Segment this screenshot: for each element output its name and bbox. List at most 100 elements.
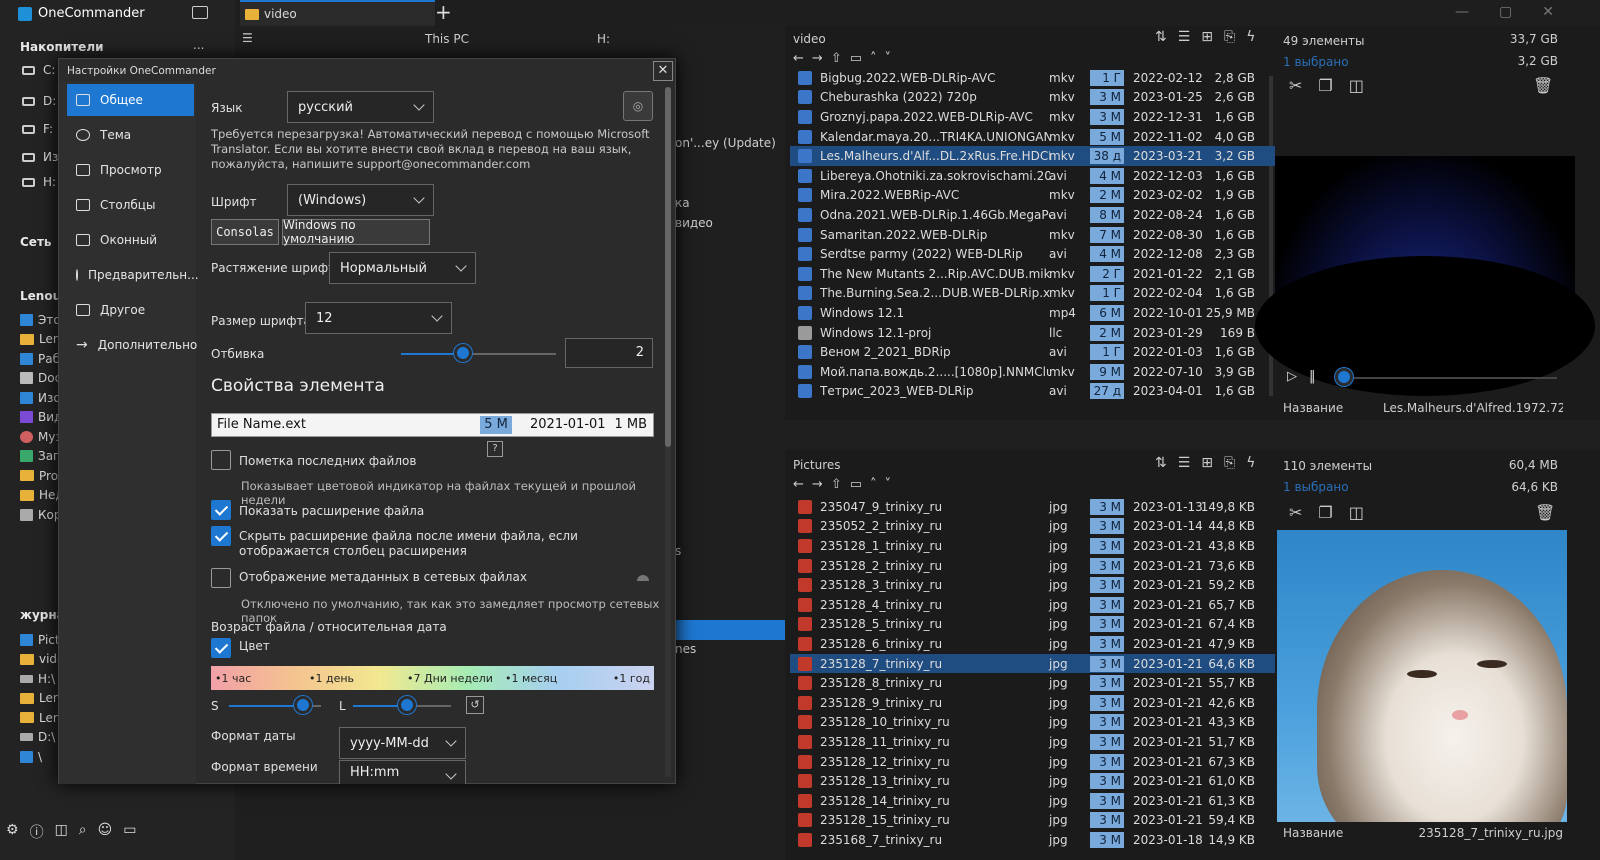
paste-icon[interactable]: ⎘ bbox=[1224, 29, 1235, 45]
padding-slider-thumb[interactable] bbox=[454, 344, 472, 362]
nav-preview[interactable]: Предварительн... bbox=[67, 259, 199, 291]
table-row[interactable]: 235128_1_trinixy_ru jpg 3 М 2023-01-21 43,8 … bbox=[790, 536, 1275, 556]
back-icon[interactable]: ← bbox=[793, 51, 804, 66]
folder-open-icon[interactable]: ▭ bbox=[850, 477, 862, 492]
table-row[interactable]: 235128_13_trinixy_ru jpg 3 М 2023-01-21 61,0… bbox=[790, 771, 1275, 791]
table-row[interactable]: Serdtse parmy (2022) WEB-DLRip avi 4 М 2022… bbox=[790, 244, 1275, 264]
table-row[interactable]: 235128_8_trinixy_ru jpg 3 М 2023-01-21 55,7 … bbox=[790, 673, 1275, 693]
panels-icon[interactable]: ◫ bbox=[55, 822, 68, 842]
table-row[interactable]: Samaritan.2022.WEB-DLRip mkv 7 М 2022-08-30… bbox=[790, 225, 1275, 245]
table-row[interactable]: 235047_9_trinixy_ru jpg 3 М 2023-01-13 149,8… bbox=[790, 497, 1275, 517]
up-icon[interactable]: ⇧ bbox=[831, 51, 842, 66]
dialog-scrollbar-thumb[interactable] bbox=[665, 87, 671, 447]
table-row[interactable]: 235128_4_trinixy_ru jpg 3 М 2023-01-21 65,7 … bbox=[790, 595, 1275, 615]
info-icon[interactable]: ⓘ bbox=[30, 822, 44, 842]
cut-icon[interactable]: ✂ bbox=[1289, 76, 1302, 95]
table-row[interactable]: The New Mutants 2...Rip.AVC.DUB.mikos mkv… bbox=[790, 264, 1275, 284]
delete-icon[interactable]: 🗑 bbox=[1535, 503, 1555, 522]
table-row[interactable]: 235128_3_trinixy_ru jpg 3 М 2023-01-21 59,2 … bbox=[790, 575, 1275, 595]
forward-icon[interactable]: → bbox=[812, 477, 823, 492]
compare-icon[interactable]: ◫ bbox=[1349, 76, 1364, 95]
nav-theme[interactable]: Тема bbox=[67, 119, 194, 151]
reset-colors-icon[interactable]: ↺ bbox=[466, 696, 484, 714]
user-icon[interactable]: ☺ bbox=[98, 822, 113, 842]
new-item-icon[interactable]: ⊞ bbox=[1201, 455, 1213, 471]
video-seek-thumb[interactable] bbox=[1335, 368, 1353, 386]
partial-item[interactable]: видео bbox=[675, 216, 713, 230]
table-row[interactable]: Веном 2_2021_BDRip avi 1 Г 2022-01-03 1,6 GB bbox=[790, 342, 1275, 362]
nav-view[interactable]: Просмотр bbox=[67, 154, 194, 186]
padding-input[interactable]: 2 bbox=[565, 338, 653, 368]
consolas-font-button[interactable]: Consolas bbox=[211, 219, 279, 245]
table-row[interactable]: Bigbug.2022.WEB-DLRip-AVC mkv 1 Г 2022-02-1… bbox=[790, 68, 1275, 88]
nav-columns[interactable]: Столбцы bbox=[67, 189, 194, 221]
list-view-icon[interactable]: ☰ bbox=[1178, 455, 1191, 471]
recent-files-checkbox[interactable] bbox=[211, 450, 231, 470]
network-header[interactable]: Сеть bbox=[20, 235, 52, 249]
font-size-select[interactable]: 12 bbox=[305, 302, 452, 334]
window-icon[interactable]: ▭ bbox=[123, 822, 136, 842]
table-row[interactable]: 235128_15_trinixy_ru jpg 3 М 2023-01-21 59,4… bbox=[790, 811, 1275, 831]
search-icon[interactable]: ⌕ bbox=[79, 822, 87, 842]
table-row[interactable]: 235128_2_trinixy_ru jpg 3 М 2023-01-21 73,6 … bbox=[790, 556, 1275, 576]
compare-icon[interactable]: ◫ bbox=[1349, 503, 1364, 522]
window-mode-icon[interactable] bbox=[192, 6, 208, 19]
minimize-icon[interactable]: — bbox=[1455, 4, 1469, 20]
chevron-down-icon[interactable]: ˅ bbox=[885, 477, 892, 492]
table-row[interactable]: Мой.папа.вождь.2.....[1080p].NNMClub mkv 9… bbox=[790, 362, 1275, 382]
color-checkbox[interactable] bbox=[211, 638, 231, 658]
chevron-up-icon[interactable]: ˄ bbox=[870, 477, 877, 492]
update-item[interactable]: on'...ey (Update) bbox=[675, 136, 776, 150]
play-icon[interactable]: ▷ bbox=[1287, 369, 1297, 384]
partial-item[interactable]: ка bbox=[675, 196, 690, 210]
nav-other[interactable]: Другое bbox=[67, 294, 194, 326]
up-icon[interactable]: ⇧ bbox=[831, 477, 842, 492]
column-h[interactable]: H: bbox=[597, 32, 610, 46]
table-row[interactable]: 235128_7_trinixy_ru jpg 3 М 2023-01-21 64,6 … bbox=[790, 653, 1275, 674]
cut-icon[interactable]: ✂ bbox=[1289, 503, 1302, 522]
table-row[interactable]: 235052_2_trinixy_ru jpg 3 М 2023-01-14 44,8 … bbox=[790, 517, 1275, 537]
drives-more-button[interactable]: ... bbox=[193, 38, 204, 52]
table-row[interactable]: Les.Malheurs.d'Alf...DL.2xRus.Fre.HDCLUB… bbox=[790, 146, 1275, 166]
new-item-icon[interactable]: ⊞ bbox=[1201, 29, 1213, 45]
sort-icon[interactable]: ⇅ bbox=[1155, 29, 1167, 45]
folder-open-icon[interactable]: ▭ bbox=[850, 51, 862, 66]
translate-globe-icon[interactable]: ◎ bbox=[623, 91, 653, 121]
delete-icon[interactable]: 🗑 bbox=[1533, 76, 1553, 95]
table-row[interactable]: Mira.2022.WEBRip-AVC mkv 2 М 2023-02-02 1,9 … bbox=[790, 186, 1275, 206]
close-dialog-button[interactable]: ✕ bbox=[653, 61, 673, 81]
close-icon[interactable]: ✕ bbox=[1542, 4, 1554, 20]
show-extension-checkbox[interactable] bbox=[211, 500, 231, 520]
menu-icon[interactable]: ☰ bbox=[242, 31, 253, 45]
lightning-icon[interactable]: ϟ bbox=[1246, 455, 1255, 471]
hide-extension-checkbox[interactable] bbox=[211, 526, 231, 546]
partial-item[interactable]: nes bbox=[675, 642, 696, 656]
video-seek-track[interactable] bbox=[1347, 377, 1557, 379]
forward-icon[interactable]: → bbox=[812, 51, 823, 66]
table-row[interactable]: Odna.2021.WEB-DLRip.1.46Gb.MegaPeer avi 8 … bbox=[790, 205, 1275, 225]
maximize-icon[interactable]: ▢ bbox=[1499, 4, 1512, 20]
table-row[interactable]: 235128_6_trinixy_ru jpg 3 М 2023-01-21 47,9 … bbox=[790, 634, 1275, 654]
add-tab-button[interactable]: + bbox=[435, 0, 452, 24]
font-stretch-select[interactable]: Нормальный bbox=[329, 252, 476, 284]
network-metadata-checkbox[interactable] bbox=[211, 568, 231, 588]
nav-general[interactable]: Общее bbox=[67, 84, 194, 116]
nav-window[interactable]: Оконный bbox=[67, 224, 194, 256]
tab-video[interactable]: video bbox=[240, 0, 435, 26]
saturation-thumb[interactable] bbox=[293, 696, 312, 714]
table-row[interactable]: 235128_10_trinixy_ru jpg 3 М 2023-01-21 43,3… bbox=[790, 713, 1275, 733]
language-select[interactable]: русский bbox=[287, 91, 434, 123]
table-row[interactable]: 235168_7_trinixy_ru jpg 3 М 2023-01-18 14,9 … bbox=[790, 830, 1275, 850]
selected-column-item[interactable] bbox=[675, 620, 785, 640]
table-row[interactable]: Cheburashka (2022) 720p mkv 3 М 2023-01-25 2… bbox=[790, 88, 1275, 108]
table-row[interactable]: 235128_14_trinixy_ru jpg 3 М 2023-01-21 61,3… bbox=[790, 791, 1275, 811]
table-row[interactable]: 235128_12_trinixy_ru jpg 3 М 2023-01-21 67,3… bbox=[790, 752, 1275, 772]
sort-icon[interactable]: ⇅ bbox=[1155, 455, 1167, 471]
table-row[interactable]: Kalendar.maya.20...TRI4KA.UNIONGANG mkv 5 … bbox=[790, 127, 1275, 147]
table-row[interactable]: The.Burning.Sea.2...DUB.WEB-DLRip.x264 mk… bbox=[790, 284, 1275, 304]
table-row[interactable]: Windows 12.1-proj llc 2 М 2023-01-29 169 B bbox=[790, 323, 1275, 343]
table-row[interactable]: Тетрис_2023_WEB-DLRip avi 27 д 2023-04-01 1,… bbox=[790, 382, 1275, 402]
settings-icon[interactable]: ⚙ bbox=[6, 822, 19, 842]
font-select[interactable]: (Windows) bbox=[287, 184, 434, 216]
column-this-pc[interactable]: This PC bbox=[425, 32, 469, 46]
